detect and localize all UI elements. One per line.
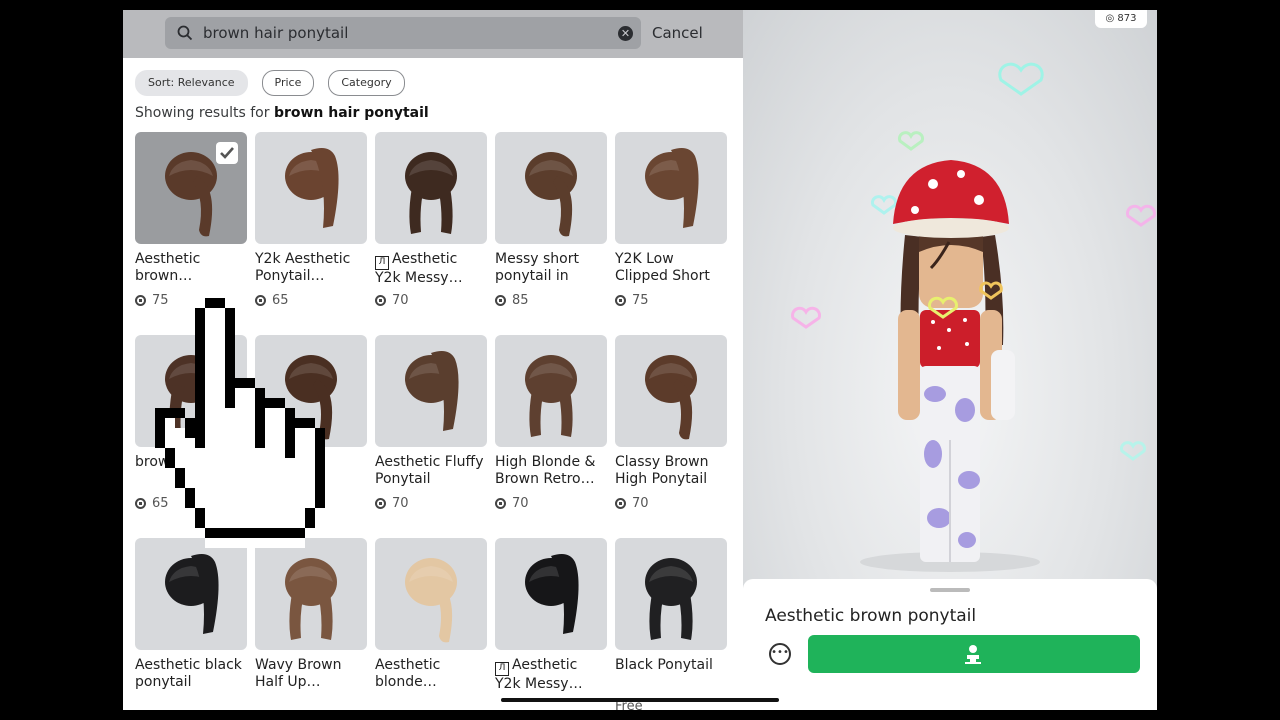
search-bar-area: brown hair ponytail ✕ Cancel xyxy=(123,10,743,58)
item-name: Y2K Low Clipped Short xyxy=(615,251,710,284)
catalog-item[interactable]: Aesthetic brown… 75 xyxy=(135,132,247,308)
item-name: Y2k Aesthetic Ponytail… xyxy=(255,251,351,284)
selected-check-icon xyxy=(216,142,238,164)
robux-icon xyxy=(615,295,626,306)
selected-item-title: Aesthetic brown ponytail xyxy=(765,606,977,626)
item-detail-sheet: Aesthetic brown ponytail ••• xyxy=(743,579,1157,710)
sheet-handle[interactable] xyxy=(930,588,970,592)
catalog-item[interactable]: Л Aesthetic Y2k Messy… 70 xyxy=(375,132,487,308)
hand-cursor-icon xyxy=(155,298,325,548)
item-price: 70 xyxy=(615,496,727,511)
limited-icon: Л xyxy=(375,256,389,270)
robux-icon xyxy=(375,295,386,306)
item-thumbnail[interactable] xyxy=(135,538,247,650)
item-thumbnail[interactable] xyxy=(375,538,487,650)
item-name: Aesthetic blonde… xyxy=(375,657,441,690)
cancel-button[interactable]: Cancel xyxy=(652,24,703,42)
avatar-icon xyxy=(965,645,981,664)
clear-icon[interactable]: ✕ xyxy=(618,25,633,41)
avatar-figure xyxy=(860,160,1040,572)
item-price: 70 xyxy=(375,293,487,308)
item-price: 75 xyxy=(615,293,727,308)
item-thumbnail[interactable] xyxy=(495,538,607,650)
item-name: Wavy Brown Half Up… xyxy=(255,657,342,690)
search-input[interactable]: brown hair ponytail ✕ xyxy=(165,17,641,49)
item-thumbnail[interactable] xyxy=(375,132,487,244)
item-name: Л Aesthetic Y2k Messy… xyxy=(495,657,583,691)
item-thumbnail[interactable] xyxy=(375,335,487,447)
catalog-item[interactable]: Aesthetic black ponytail xyxy=(135,538,247,691)
robux-icon xyxy=(495,498,506,509)
item-thumbnail[interactable] xyxy=(615,335,727,447)
search-query: brown hair ponytail xyxy=(203,24,349,42)
results-query: brown hair ponytail xyxy=(273,105,429,121)
item-name: Л Aesthetic Y2k Messy… xyxy=(375,251,463,285)
item-thumbnail[interactable] xyxy=(255,538,367,650)
catalog-item[interactable]: Y2K Low Clipped Short 75 xyxy=(615,132,727,308)
item-name: Aesthetic brown… xyxy=(135,251,201,284)
filter-chips: Sort: Relevance Price Category xyxy=(135,70,405,96)
sort-chip[interactable]: Sort: Relevance xyxy=(135,70,248,96)
catalog-item[interactable]: Wavy Brown Half Up… xyxy=(255,538,367,691)
item-thumbnail[interactable] xyxy=(495,132,607,244)
item-thumbnail[interactable] xyxy=(135,132,247,244)
item-thumbnail[interactable] xyxy=(615,538,727,650)
price-chip[interactable]: Price xyxy=(261,70,315,96)
more-options-icon[interactable]: ••• xyxy=(769,643,791,665)
catalog-item[interactable]: Л Aesthetic Y2k Messy… xyxy=(495,538,607,691)
avatar-preview: ◎ 873 Aesthetic brown ponytail ••• xyxy=(743,10,1157,710)
robux-icon xyxy=(375,498,386,509)
try-on-button[interactable] xyxy=(808,635,1140,673)
item-thumbnail[interactable] xyxy=(495,335,607,447)
catalog-item[interactable]: Aesthetic blonde… xyxy=(375,538,487,691)
item-name: Black Ponytail xyxy=(615,657,713,673)
catalog-item[interactable]: Y2k Aesthetic Ponytail… 65 xyxy=(255,132,367,308)
robux-icon xyxy=(615,498,626,509)
home-indicator[interactable] xyxy=(501,698,779,702)
catalog-item[interactable]: Aesthetic Fluffy Ponytail 70 xyxy=(375,335,487,511)
item-thumbnail[interactable] xyxy=(255,132,367,244)
catalog-item[interactable]: Messy short ponytail in 85 xyxy=(495,132,607,308)
item-thumbnail[interactable] xyxy=(615,132,727,244)
catalog-item[interactable]: High Blonde & Brown Retro… 70 xyxy=(495,335,607,511)
item-price: 70 xyxy=(375,496,487,511)
catalog-item[interactable]: Black Ponytail Free xyxy=(615,538,727,710)
item-name: High Blonde & Brown Retro… xyxy=(495,454,596,487)
search-icon xyxy=(177,25,193,41)
catalog-item[interactable]: Classy Brown High Ponytail 70 xyxy=(615,335,727,511)
results-caption: Showing results for brown hair ponytail xyxy=(135,105,429,121)
category-chip[interactable]: Category xyxy=(328,70,405,96)
item-price: 85 xyxy=(495,293,607,308)
item-price: 70 xyxy=(495,496,607,511)
item-name: Aesthetic black ponytail xyxy=(135,657,242,690)
robux-icon xyxy=(495,295,506,306)
item-name: Messy short ponytail in xyxy=(495,251,579,284)
item-name: Aesthetic Fluffy Ponytail xyxy=(375,454,484,487)
limited-icon: Л xyxy=(495,662,509,676)
item-name: Classy Brown High Ponytail xyxy=(615,454,709,487)
